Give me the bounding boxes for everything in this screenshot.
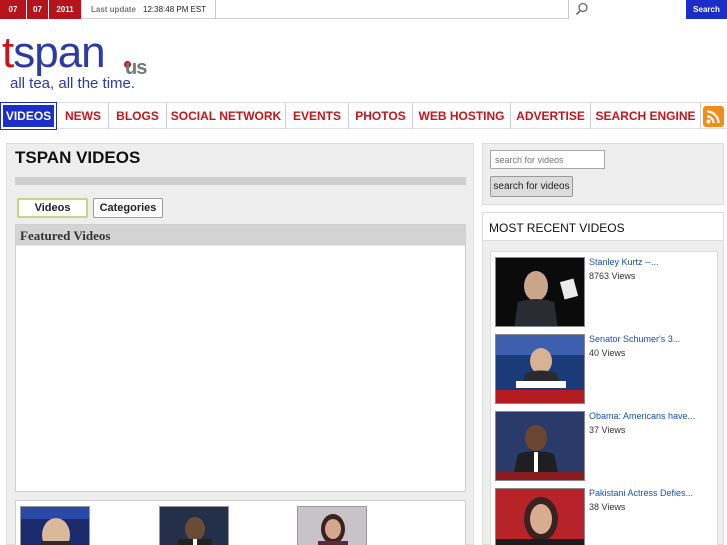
site-logo[interactable]: tspan us all tea, all the time. <box>2 29 177 97</box>
date-month: 07 <box>0 0 27 19</box>
list-item: Senator Schumer's 3... 40 Views <box>495 334 715 408</box>
nav-social-network[interactable]: SOCIAL NETWORK <box>167 103 286 129</box>
title-underline <box>15 177 466 185</box>
last-update-time: 12:38:48 PM EST <box>143 5 207 14</box>
rss-icon[interactable] <box>703 106 724 127</box>
nav-news[interactable]: NEWS <box>58 103 109 129</box>
video-thumbnail[interactable] <box>495 334 585 404</box>
recent-video-views: 40 Views <box>589 348 626 358</box>
recent-video-title[interactable]: Senator Schumer's 3... <box>589 334 680 344</box>
nav-advertise[interactable]: ADVERTISE <box>511 103 591 129</box>
top-bar: 07 07 2011 Last update 12:38:48 PM EST S… <box>0 0 727 19</box>
list-item: Obama: Americans have... 37 Views <box>495 411 715 485</box>
main-nav: VIDEOS NEWS BLOGS SOCIAL NETWORK EVENTS … <box>0 102 727 130</box>
page: 07 07 2011 Last update 12:38:48 PM EST S… <box>0 0 727 545</box>
video-search-input[interactable] <box>490 150 605 169</box>
video-thumbnail[interactable] <box>495 257 585 327</box>
nav-videos[interactable]: VIDEOS <box>0 102 57 130</box>
magnifier-icon <box>575 2 588 16</box>
recent-video-title[interactable]: Stanley Kurtz --... <box>589 257 659 267</box>
page-title: TSPAN VIDEOS <box>15 148 141 167</box>
video-thumbnail[interactable] <box>297 506 367 545</box>
tab-categories[interactable]: Categories <box>93 198 163 218</box>
top-search-button[interactable]: Search <box>686 0 727 19</box>
nav-photos[interactable]: PHOTOS <box>349 103 413 129</box>
last-update-label: Last update <box>91 5 136 14</box>
video-thumbnail[interactable] <box>495 411 585 481</box>
list-item: Pakistani Actress Defies... 38 Views <box>495 488 715 545</box>
video-thumbnail[interactable] <box>20 506 90 545</box>
divider <box>215 0 216 19</box>
video-thumbnail-strip <box>15 500 466 545</box>
recent-video-views: 8763 Views <box>589 271 636 281</box>
most-recent-videos: MOST RECENT VIDEOS Stanley Kurtz --... 8… <box>482 212 724 545</box>
featured-videos-box: Featured Videos <box>15 224 466 492</box>
recent-video-title[interactable]: Obama: Americans have... <box>589 411 695 421</box>
recent-video-title[interactable]: Pakistani Actress Defies... <box>589 488 693 498</box>
tab-videos[interactable]: Videos <box>17 198 88 218</box>
nav-blogs[interactable]: BLOGS <box>109 103 167 129</box>
nav-search-engine[interactable]: SEARCH ENGINE <box>591 103 701 129</box>
recent-videos-heading: MOST RECENT VIDEOS <box>483 213 723 241</box>
logo-tagline: all tea, all the time. <box>10 75 136 92</box>
video-thumbnail[interactable] <box>495 488 585 545</box>
nav-events[interactable]: EVENTS <box>286 103 349 129</box>
date-year: 2011 <box>49 0 82 19</box>
nav-web-hosting[interactable]: WEB HOSTING <box>413 103 511 129</box>
featured-videos-heading: Featured Videos <box>16 225 465 246</box>
list-item: Stanley Kurtz --... 8763 Views <box>495 257 715 331</box>
video-thumbnail[interactable] <box>159 506 229 545</box>
recent-videos-list: Stanley Kurtz --... 8763 Views Senator S… <box>490 251 718 545</box>
recent-video-views: 38 Views <box>589 502 626 512</box>
recent-video-views: 37 Views <box>589 425 626 435</box>
video-search-button[interactable]: search for videos <box>490 176 573 197</box>
top-search-input[interactable] <box>568 0 686 19</box>
date-day: 07 <box>27 0 49 19</box>
sidebar-search: search for videos <box>482 143 724 205</box>
logo-wordmark: tspan <box>2 28 106 77</box>
